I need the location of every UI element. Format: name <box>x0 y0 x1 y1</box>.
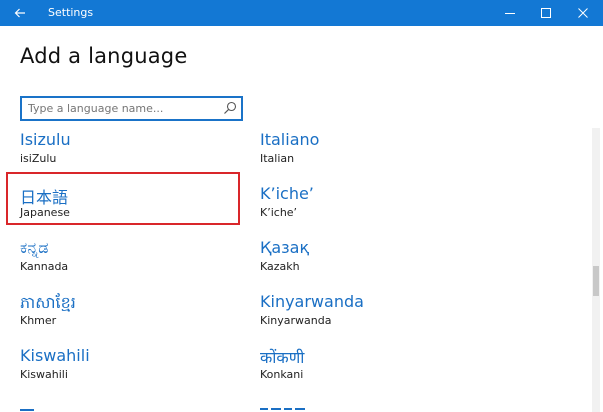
language-english-name: K’iche’ <box>260 206 298 219</box>
search-box[interactable] <box>20 96 243 121</box>
language-native-name: ភាសាខ្មែរ <box>20 293 76 312</box>
language-native-name: कोंकणी <box>260 348 305 367</box>
language-english-name: Khmer <box>20 314 57 327</box>
language-native-name: Kiswahili <box>20 346 90 365</box>
language-native-name: Kinyarwanda <box>260 292 364 311</box>
language-native-name: Italiano <box>260 130 320 149</box>
language-item-kiche[interactable]: K’iche’ K’iche’ <box>260 184 480 232</box>
language-english-name: Italian <box>260 152 295 165</box>
language-item-khmer[interactable]: ភាសាខ្មែរ Khmer <box>20 292 240 340</box>
language-english-name: Kinyarwanda <box>260 314 332 327</box>
language-english-name: Konkani <box>260 368 304 381</box>
settings-window: Settings Add a language Isizulu isiZu <box>0 0 603 412</box>
language-english-name: Kazakh <box>260 260 300 273</box>
language-english-name: Kiswahili <box>20 368 68 381</box>
language-item-kinyarwanda[interactable]: Kinyarwanda Kinyarwanda <box>260 292 480 340</box>
language-item-konkani[interactable]: कोंकणी Konkani <box>260 346 480 394</box>
maximize-icon <box>541 8 551 18</box>
close-icon <box>578 8 588 18</box>
scrollbar-thumb[interactable] <box>593 266 599 296</box>
back-button[interactable] <box>0 0 40 26</box>
minimize-icon <box>505 13 515 14</box>
back-arrow-icon <box>14 8 25 18</box>
language-native-name: K’iche’ <box>260 184 314 203</box>
window-title: Settings <box>48 6 94 19</box>
page-title: Add a language <box>20 44 188 68</box>
language-english-name: Kannada <box>20 260 69 273</box>
language-item-partial[interactable] <box>260 405 460 412</box>
minimize-button[interactable] <box>494 0 526 26</box>
selection-highlight <box>6 172 240 225</box>
language-item-kannada[interactable]: ಕನ್ನಡ Kannada <box>20 238 240 286</box>
language-native-name: Қазақ <box>260 238 310 257</box>
language-item-partial[interactable] <box>20 405 220 412</box>
language-item-italiano[interactable]: Italiano Italian <box>260 130 480 178</box>
close-button[interactable] <box>567 0 599 26</box>
maximize-button[interactable] <box>530 0 562 26</box>
search-input[interactable] <box>28 98 218 119</box>
language-item-kazakh[interactable]: Қазақ Kazakh <box>260 238 480 286</box>
language-item-kiswahili[interactable]: Kiswahili Kiswahili <box>20 346 240 394</box>
language-english-name: isiZulu <box>20 152 57 165</box>
title-bar: Settings <box>0 0 603 26</box>
language-native-name: Isizulu <box>20 130 71 149</box>
language-item-isizulu[interactable]: Isizulu isiZulu <box>20 130 240 178</box>
language-native-name: ಕನ್ನಡ <box>20 238 49 257</box>
search-icon[interactable] <box>223 101 237 115</box>
